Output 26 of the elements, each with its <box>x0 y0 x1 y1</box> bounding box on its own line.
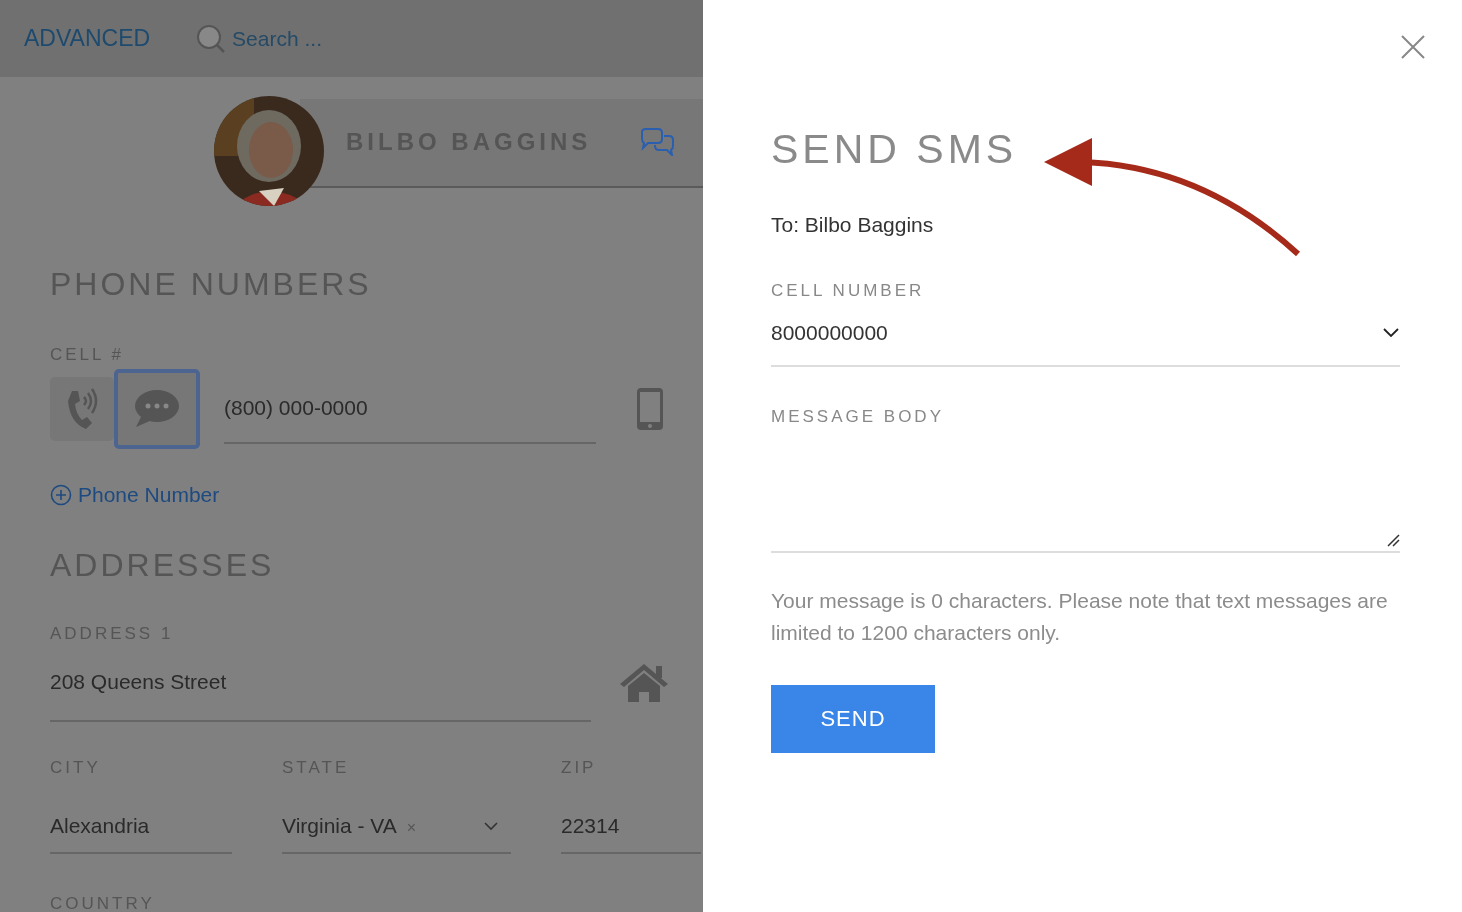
phone-number: (800) 000-0000 <box>224 396 368 420</box>
recipient-text: To: Bilbo Baggins <box>771 213 935 237</box>
panel-title: SEND SMS <box>771 126 1019 173</box>
chat-icon[interactable] <box>639 128 675 156</box>
resize-handle-icon <box>1386 533 1400 547</box>
mobile-phone-icon <box>636 387 664 431</box>
plus-circle-icon <box>50 484 72 506</box>
city-value: Alexandria <box>50 814 150 838</box>
add-phone-link[interactable]: Phone Number <box>50 483 703 507</box>
field-label: CELL NUMBER <box>771 281 926 301</box>
house-icon <box>618 662 670 704</box>
character-note: Your message is 0 characters. Please note that text messages are limited to 1200 characters only. <box>771 588 1389 646</box>
chat-bubble-icon <box>134 389 180 429</box>
cell-number-select[interactable]: 8000000000 <box>771 301 1400 367</box>
send-button[interactable]: SEND <box>771 685 935 753</box>
address-value: 208 Queens Street <box>50 670 227 694</box>
search-icon <box>196 23 227 54</box>
mode-link[interactable]: ADVANCED <box>24 25 151 52</box>
state-select[interactable]: Virginia - VA × <box>282 800 511 854</box>
chevron-down-icon <box>483 821 499 831</box>
field-label: MESSAGE BODY <box>771 407 945 427</box>
call-button[interactable] <box>50 377 114 441</box>
search-field[interactable]: Search ... <box>230 25 395 52</box>
chevron-down-icon <box>1382 327 1400 339</box>
zip-value: 22314 <box>561 814 620 838</box>
sms-button[interactable] <box>114 369 200 449</box>
